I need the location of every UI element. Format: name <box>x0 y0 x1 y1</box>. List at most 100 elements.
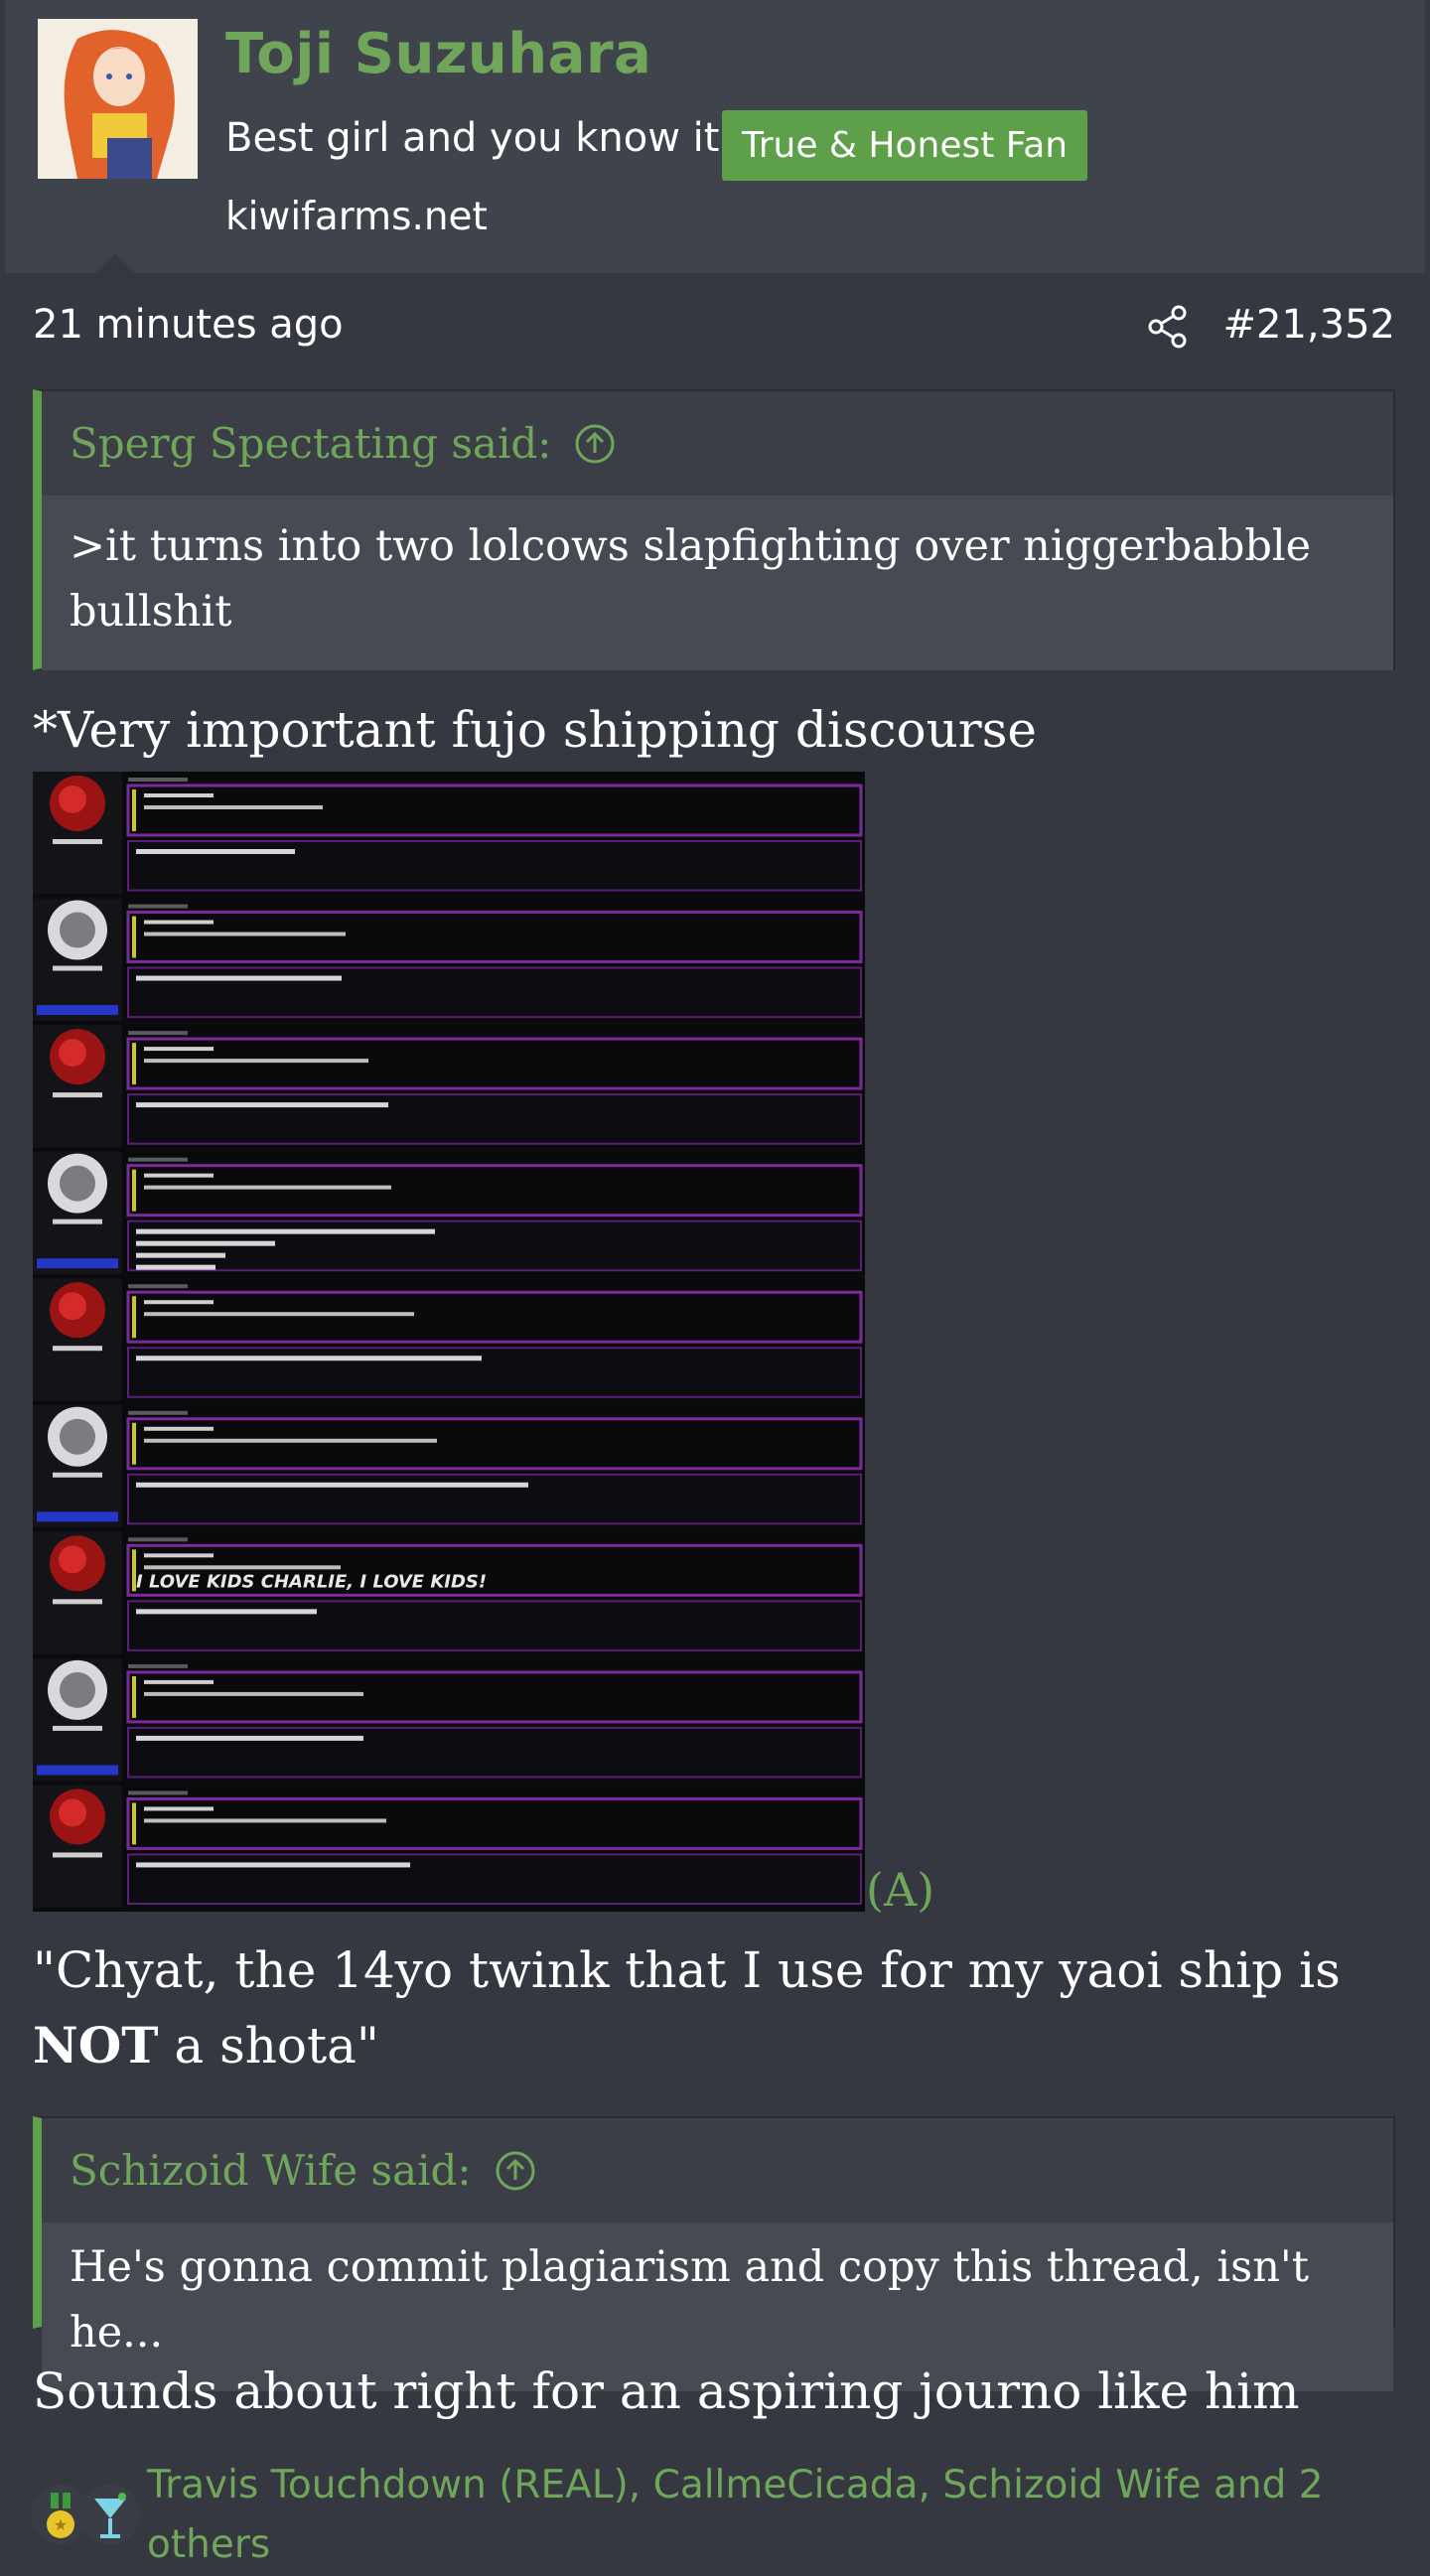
embedded-quote-author <box>144 793 214 797</box>
embedded-body <box>127 1600 862 1651</box>
embedded-avatar-detail <box>60 912 95 948</box>
embedded-body-text <box>136 1735 363 1741</box>
embedded-highlight-text: I LOVE KIDS CHARLIE, I LOVE KIDS! <box>136 1571 487 1592</box>
embedded-time <box>128 904 188 909</box>
user-badge: True & Honest Fan <box>722 110 1088 181</box>
embedded-avatar-detail <box>59 786 86 813</box>
embedded-time <box>128 1031 188 1036</box>
embedded-body-text <box>136 1102 388 1108</box>
text-span: a shota" <box>158 2017 379 2075</box>
embedded-quote-author <box>144 1300 214 1305</box>
embedded-avatar-detail <box>60 1418 95 1455</box>
quote-text: >it turns into two lolcows slapfighting … <box>42 496 1393 670</box>
post-text-line: "Chyat, the 14yo twink that I use for my… <box>33 1932 1413 2083</box>
jump-to-quote-icon[interactable] <box>575 424 615 464</box>
embedded-body-text <box>136 1252 225 1258</box>
attachment-link[interactable]: (A) <box>866 1863 934 1917</box>
embedded-username <box>53 1218 102 1224</box>
embedded-username <box>53 1852 102 1858</box>
embedded-time <box>128 1284 188 1289</box>
embedded-avatar-detail <box>60 1671 95 1708</box>
quote-author-link[interactable]: Sperg Spectating said: <box>70 419 551 468</box>
embedded-quote-author <box>144 920 214 925</box>
embedded-username <box>53 1472 102 1478</box>
quote-author-link[interactable]: Schizoid Wife said: <box>70 2146 472 2195</box>
embedded-time <box>128 778 188 782</box>
embedded-body <box>127 1853 862 1906</box>
embedded-time <box>128 1157 188 1162</box>
post-timestamp[interactable]: 21 minutes ago <box>33 302 344 348</box>
username[interactable]: Toji Suzuhara <box>225 22 651 86</box>
embedded-body <box>127 1347 862 1398</box>
embedded-body-text <box>136 1862 410 1868</box>
embedded-quote-text <box>144 1059 368 1064</box>
embedded-quote-text <box>144 805 323 809</box>
embedded-body <box>127 1726 862 1779</box>
post-text-line: Sounds about right for an aspiring journ… <box>33 2362 1300 2420</box>
embedded-avatar-detail <box>59 1545 86 1574</box>
jump-to-quote-icon[interactable] <box>496 2151 535 2191</box>
user-site: kiwifarms.net <box>225 195 488 239</box>
embedded-avatar-detail <box>59 1292 86 1321</box>
embedded-username <box>53 1599 102 1605</box>
embedded-avatar-detail <box>59 1798 86 1827</box>
embedded-quote-text <box>144 1438 437 1443</box>
embedded-body-text <box>136 1264 215 1270</box>
attached-screenshot[interactable]: I LOVE KIDS CHARLIE, I LOVE KIDS! <box>33 772 865 1912</box>
embedded-username <box>53 839 102 844</box>
quote-block: Schizoid Wife said: He's gonna commit pl… <box>33 2116 1395 2391</box>
embedded-quote-author <box>144 1047 214 1052</box>
embedded-role-bar <box>37 1765 118 1776</box>
text-span: "Chyat, the 14yo twink that I use for my… <box>33 1941 1341 1999</box>
quote-block: Sperg Spectating said: >it turns into tw… <box>33 389 1395 670</box>
embedded-username <box>53 1346 102 1352</box>
embedded-quote-author <box>144 1679 214 1684</box>
embedded-quote-bar <box>132 1043 136 1085</box>
embedded-body-text <box>136 1240 275 1246</box>
bold-text: NOT <box>33 2016 159 2075</box>
embedded-quote-author <box>144 1426 214 1431</box>
embedded-quote-text <box>144 1565 341 1570</box>
embedded-quote-bar <box>132 1296 136 1339</box>
embedded-quote-text <box>144 1818 386 1823</box>
user-title: Best girl and you know it <box>225 115 720 161</box>
embedded-body-text <box>136 1356 482 1361</box>
embedded-quote-bar <box>132 1169 136 1212</box>
embedded-quote-author <box>144 1553 214 1558</box>
embedded-quote-text <box>144 931 346 936</box>
embedded-quote-bar <box>132 789 136 831</box>
embedded-quote-bar <box>132 916 136 958</box>
embedded-username <box>53 1725 102 1731</box>
reaction-icons[interactable]: ★ <box>27 2475 146 2554</box>
reaction-names-link[interactable]: Travis Touchdown (REAL), CallmeCicada, S… <box>147 2456 1398 2575</box>
embedded-avatar-detail <box>60 1165 95 1202</box>
embedded-role-bar <box>37 1005 118 1016</box>
embedded-quote-bar <box>132 1802 136 1845</box>
embedded-avatar-detail <box>59 1039 86 1068</box>
embedded-quote-author <box>144 1806 214 1811</box>
embedded-quote-text <box>144 1185 391 1190</box>
embedded-time <box>128 1790 188 1795</box>
embedded-body-text <box>136 1609 317 1615</box>
user-header: Toji Suzuhara Best girl and you know it … <box>5 0 1425 273</box>
quote-header: Schizoid Wife said: <box>42 2118 1393 2222</box>
embedded-time <box>128 1537 188 1542</box>
share-icon[interactable] <box>1147 304 1191 350</box>
embedded-body-text <box>136 975 342 981</box>
embedded-body <box>127 840 862 892</box>
header-pointer <box>95 253 135 273</box>
embedded-body-text <box>136 849 295 854</box>
svg-text:★: ★ <box>54 2515 68 2534</box>
avatar[interactable] <box>38 19 198 179</box>
post-number-link[interactable]: #21,352 <box>1223 302 1395 348</box>
embedded-username <box>53 965 102 971</box>
embedded-time <box>128 1410 188 1415</box>
embedded-body <box>127 966 862 1019</box>
embedded-quote-text <box>144 1312 414 1317</box>
embedded-quote-bar <box>132 1422 136 1465</box>
cocktail-icon <box>80 2485 140 2544</box>
embedded-role-bar <box>37 1258 118 1269</box>
quote-header: Sperg Spectating said: <box>42 391 1393 496</box>
embedded-username <box>53 1092 102 1098</box>
embedded-body <box>127 1473 862 1525</box>
